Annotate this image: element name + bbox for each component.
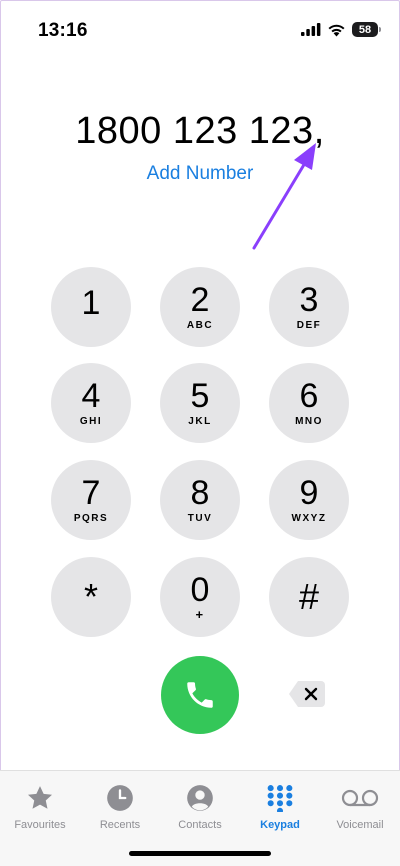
key-digit: 3 (299, 281, 319, 319)
status-bar: 13:16 58 (0, 0, 400, 60)
key-digit: 0 (190, 570, 210, 609)
key-letters: JKL (188, 416, 212, 427)
battery-level: 58 (358, 23, 372, 36)
key-letters: + (195, 606, 205, 622)
key-5[interactable]: 5 JKL (160, 363, 240, 443)
key-8[interactable]: 8 TUV (160, 460, 240, 540)
key-hash[interactable]: # (269, 557, 349, 637)
key-digit: 4 (81, 377, 101, 415)
key-letters: PQRS (73, 513, 109, 524)
battery-icon: 58 (352, 22, 381, 37)
annotation-arrow-icon (252, 143, 316, 250)
key-digit: 6 (299, 377, 319, 415)
key-letters: ABC (186, 320, 214, 331)
backspace-icon[interactable] (288, 680, 326, 708)
key-0[interactable]: 0 + (160, 557, 240, 637)
status-time: 13:16 (38, 20, 88, 41)
tab-recents[interactable]: Recents (80, 783, 160, 831)
key-digit: # (298, 576, 320, 617)
key-digit: 5 (190, 377, 210, 415)
person-icon (187, 785, 213, 811)
key-digit: * (83, 576, 98, 617)
key-digit: 9 (299, 474, 319, 512)
star-icon (28, 786, 52, 809)
tab-contacts[interactable]: Contacts (160, 783, 240, 831)
call-button[interactable] (161, 656, 239, 734)
key-digit: 8 (190, 474, 210, 512)
key-letters: DEF (296, 320, 322, 331)
tab-label: Keypad (260, 819, 300, 831)
key-digit: 2 (190, 281, 210, 319)
key-1[interactable]: 1 (51, 267, 131, 347)
key-3[interactable]: 3 DEF (269, 267, 349, 347)
key-7[interactable]: 7 PQRS (51, 460, 131, 540)
key-star[interactable]: * (51, 557, 131, 637)
phone-icon (187, 682, 213, 708)
dialed-number: 1800 123 123, (75, 110, 325, 152)
key-letters: MNO (295, 416, 323, 427)
keypad-icon (267, 785, 293, 812)
voicemail-icon (341, 789, 379, 807)
status-icons: 58 (301, 22, 381, 37)
key-digit: 1 (81, 284, 101, 322)
wifi-icon (328, 24, 345, 36)
home-indicator (129, 851, 271, 856)
key-digit: 7 (81, 474, 101, 512)
clock-icon (107, 785, 133, 811)
tab-keypad[interactable]: Keypad (240, 783, 320, 831)
tab-favourites[interactable]: Favourites (0, 783, 80, 831)
cellular-signal-icon (301, 23, 321, 36)
key-2[interactable]: 2 ABC (160, 267, 240, 347)
tab-label: Contacts (178, 819, 222, 831)
tab-label: Favourites (14, 819, 66, 831)
key-6[interactable]: 6 MNO (269, 363, 349, 443)
key-9[interactable]: 9 WXYZ (269, 460, 349, 540)
key-letters: GHI (79, 416, 103, 427)
tab-voicemail[interactable]: Voicemail (320, 783, 400, 831)
key-4[interactable]: 4 GHI (51, 363, 131, 443)
key-letters: TUV (187, 513, 213, 524)
tab-label: Voicemail (336, 819, 384, 831)
add-number-button[interactable]: Add Number (0, 163, 400, 185)
tab-label: Recents (99, 819, 141, 831)
key-letters: WXYZ (291, 513, 327, 524)
